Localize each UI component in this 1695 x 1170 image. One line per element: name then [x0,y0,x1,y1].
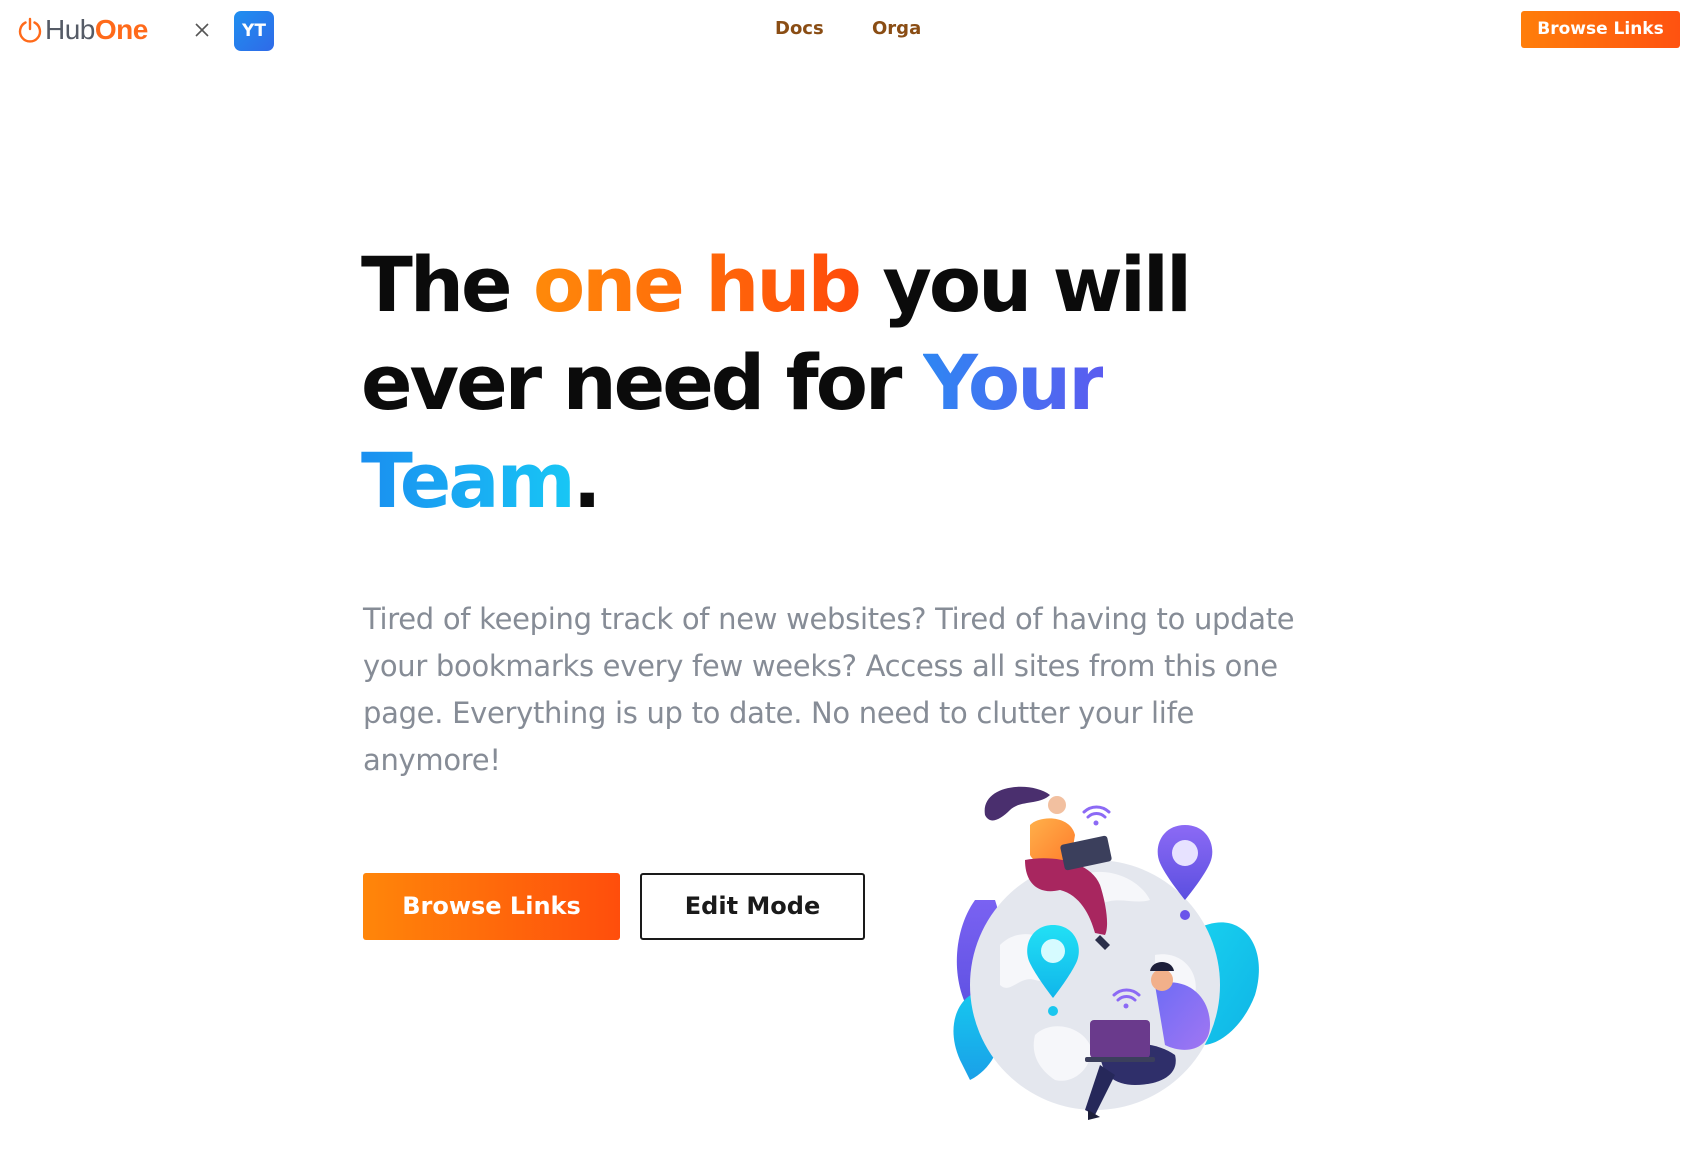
landing-page: HubOne YT Docs Orga Browse Links The one… [0,0,1695,1170]
headline-part1: The [361,240,533,329]
wifi-icon-top [1082,805,1111,819]
world-map-illustration [953,786,1259,1120]
logo-hub-text: Hub [45,14,95,45]
headline-period: . [572,436,602,525]
nav-link-orga[interactable]: Orga [872,18,921,39]
hero-description: Tired of keeping track of new websites? … [363,602,1295,777]
top-navbar: HubOne YT Docs Orga Browse Links [0,0,1695,62]
hubone-logo[interactable]: HubOne [17,14,148,46]
edit-mode-button[interactable]: Edit Mode [640,873,865,940]
close-icon [195,23,209,37]
headline-highlight-your: Your [922,338,1106,427]
headline-highlight-team: Team [361,436,576,525]
hero-headline: The one hub you will ever need for Your T… [361,236,1261,530]
partner-badge[interactable]: YT [234,11,274,51]
nav-browse-links-button[interactable]: Browse Links [1521,11,1680,48]
laptop-man [1090,1020,1150,1058]
power-icon [18,17,42,43]
logo-one-text: One [94,14,148,45]
woman-hair [984,786,1050,821]
headline-highlight-one-hub: one hub [532,240,862,329]
nav-link-docs[interactable]: Docs [775,18,824,39]
logo-wordmark: HubOne [45,14,148,46]
browse-links-button[interactable]: Browse Links [363,873,620,940]
